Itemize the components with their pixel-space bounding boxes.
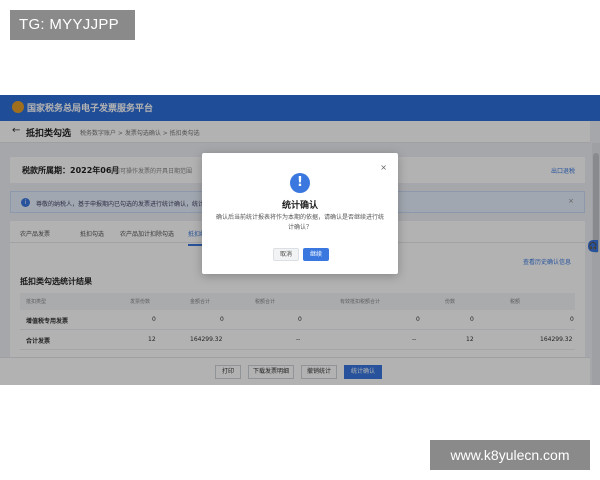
confirm-dialog: × ! 统计确认 确认后当前统计报表将作为本期的依据，请确认是否继续进行统计确认…: [202, 153, 398, 274]
dialog-title: 统计确认: [281, 201, 318, 211]
app-screenshot: 国家税务总局电子发票服务平台 ← 抵扣类勾选 税务数字账户 > 发票勾选确认 >…: [0, 95, 600, 385]
exclamation-icon: !: [290, 173, 310, 193]
cancel-button[interactable]: 取消: [273, 248, 299, 261]
stage: TG: MYYJJPP 国家税务总局电子发票服务平台 ← 抵扣类勾选 税务数字账…: [0, 0, 600, 480]
close-icon[interactable]: ×: [380, 163, 387, 172]
watermark-bottom-right: www.k8yulecn.com: [430, 440, 590, 470]
dialog-message: 确认后当前统计报表将作为本期的依据，请确认是否继续进行统计确认？: [215, 214, 384, 231]
continue-button[interactable]: 继续: [303, 248, 329, 261]
watermark-top-left: TG: MYYJJPP: [10, 10, 135, 40]
